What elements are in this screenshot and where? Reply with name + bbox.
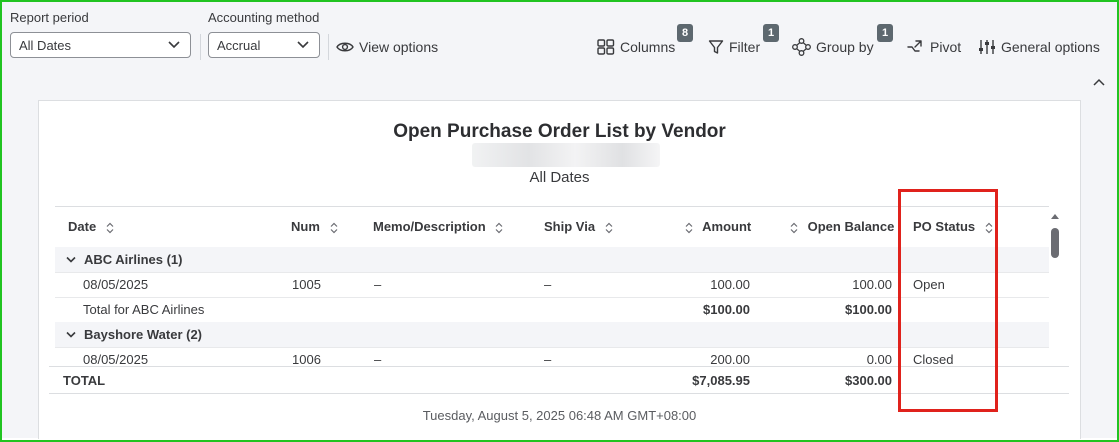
sort-icon — [106, 222, 114, 233]
group-by-button[interactable]: Group by — [792, 36, 874, 58]
filter-funnel-icon — [708, 40, 724, 54]
chevron-down-icon — [66, 256, 76, 263]
report-period-value: All Dates — [19, 38, 72, 53]
pivot-label: Pivot — [930, 39, 962, 55]
filter-button[interactable]: Filter — [708, 36, 760, 58]
group-total-label: Total for ABC Airlines — [83, 302, 205, 317]
chevron-down-icon — [66, 331, 76, 338]
view-options-button[interactable]: View options — [336, 36, 438, 58]
redacted-company-name — [472, 143, 660, 167]
group-total-open-balance: $100.00 — [845, 302, 892, 317]
po-status-highlight-box — [898, 189, 998, 412]
eye-icon — [336, 42, 354, 52]
column-header-num[interactable]: Num — [291, 219, 338, 234]
filter-label: Filter — [729, 39, 761, 55]
group-name: ABC Airlines (1) — [84, 252, 183, 267]
scroll-up-arrow-icon — [1051, 214, 1059, 219]
report-title: Open Purchase Order List by Vendor — [393, 121, 726, 142]
group-total-amount: $100.00 — [703, 302, 750, 317]
column-header-date[interactable]: Date — [68, 219, 114, 234]
grand-total-label: TOTAL — [63, 373, 106, 388]
group-by-label: Group by — [816, 39, 874, 55]
report-period-select[interactable]: All Dates — [10, 32, 191, 58]
report-period-label: Report period — [10, 10, 89, 25]
group-by-count-badge: 1 — [877, 24, 893, 42]
report-toolbar: Report period All Dates Accounting metho… — [2, 2, 1117, 72]
view-options-label: View options — [359, 39, 439, 55]
sort-icon — [330, 222, 337, 233]
accounting-method-value: Accrual — [217, 38, 261, 53]
sort-icon — [605, 222, 613, 233]
cell-open-balance: 0.00 — [866, 352, 892, 367]
filter-count-badge: 1 — [763, 24, 779, 42]
sort-icon — [495, 222, 503, 233]
cell-ship-via: – — [544, 352, 552, 367]
cell-amount: 100.00 — [710, 277, 750, 292]
cell-date: 08/05/2025 — [83, 352, 149, 367]
sliders-icon — [979, 40, 995, 54]
cell-num: 1006 — [292, 352, 321, 367]
chevron-down-icon — [168, 41, 180, 49]
page-scrollbar[interactable] — [1090, 72, 1108, 438]
cell-num: 1005 — [292, 277, 321, 292]
column-header-amount[interactable]: Amount — [685, 219, 751, 234]
grand-total-amount: $7,085.95 — [692, 373, 750, 388]
accounting-method-label: Accounting method — [208, 10, 320, 25]
toolbar-divider — [328, 34, 329, 60]
grand-total-open-balance: $300.00 — [845, 373, 892, 388]
columns-count-badge: 8 — [677, 24, 693, 42]
column-header-memo[interactable]: Memo/Description — [373, 219, 503, 234]
group-name: Bayshore Water (2) — [84, 327, 202, 342]
toolbar-divider — [200, 34, 201, 60]
chevron-up-icon — [1093, 78, 1105, 86]
cell-memo: – — [374, 352, 382, 367]
sort-icon — [685, 222, 693, 233]
cell-open-balance: 100.00 — [852, 277, 892, 292]
columns-grid-icon — [597, 39, 615, 55]
report-subtitle: All Dates — [529, 169, 590, 186]
pivot-arrow-icon — [907, 40, 922, 52]
columns-label: Columns — [620, 39, 676, 55]
cell-ship-via: – — [544, 277, 552, 292]
general-options-label: General options — [1001, 39, 1100, 55]
sort-icon — [790, 222, 798, 233]
column-header-open-balance[interactable]: Open Balance — [790, 219, 894, 234]
chevron-down-icon — [297, 41, 309, 49]
table-scroll-thumb[interactable] — [1051, 228, 1059, 258]
pivot-button[interactable]: Pivot — [907, 36, 961, 58]
cell-date: 08/05/2025 — [83, 277, 149, 292]
cell-amount: 200.00 — [710, 352, 750, 367]
column-header-ship-via[interactable]: Ship Via — [544, 219, 613, 234]
accounting-method-select[interactable]: Accrual — [208, 32, 320, 58]
general-options-button[interactable]: General options — [978, 36, 1100, 58]
group-nodes-icon — [792, 38, 811, 56]
cell-memo: – — [374, 277, 382, 292]
columns-button[interactable]: Columns — [597, 36, 675, 58]
